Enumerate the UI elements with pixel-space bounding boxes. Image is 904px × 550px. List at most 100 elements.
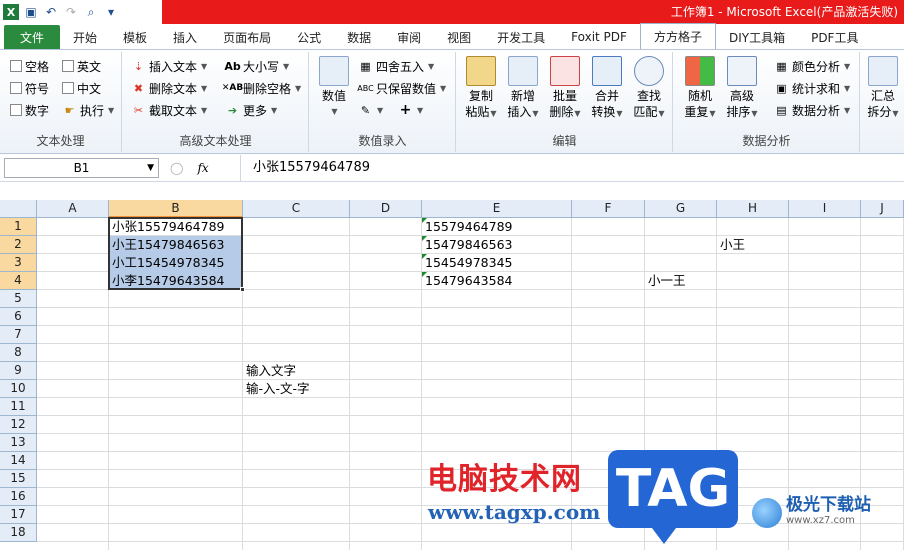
undo-icon[interactable]: ↶ — [43, 4, 59, 20]
match-label: 匹配 — [633, 105, 658, 119]
row-header-11[interactable]: 11 — [0, 398, 37, 416]
tab-fangfangezi[interactable]: 方方格子 — [639, 23, 716, 49]
tab-page-layout[interactable]: 页面布局 — [210, 25, 284, 49]
keep-values-button[interactable]: ABC 只保留数值 ▼ — [357, 78, 446, 98]
row-header-3[interactable]: 3 — [0, 254, 37, 272]
number-checkbox[interactable]: 数字 — [10, 100, 49, 120]
watermark-text: 电脑技术网 — [427, 462, 582, 497]
row-header-14[interactable]: 14 — [0, 452, 37, 470]
checkbox-icon — [10, 82, 22, 94]
color-analysis-button[interactable]: ▦ 颜色分析 ▼ — [774, 56, 850, 76]
summary-split-button[interactable]: 汇总 拆分▼ — [863, 56, 903, 122]
tab-file[interactable]: 文件 — [4, 25, 61, 49]
random-repeat-button[interactable]: 随机 重复▼ — [680, 56, 720, 122]
column-header-j[interactable]: J — [861, 200, 904, 218]
row-header-17[interactable]: 17 — [0, 506, 37, 524]
cell-b2[interactable]: 小王15479846563 — [109, 236, 242, 254]
cell-e4[interactable]: 15479643584 — [422, 272, 571, 290]
row-header-2[interactable]: 2 — [0, 236, 37, 254]
column-header-e[interactable]: E — [422, 200, 572, 218]
row-header-13[interactable]: 13 — [0, 434, 37, 452]
cell-c10[interactable]: 输-入-文-字 — [243, 380, 310, 398]
customize-qat-icon[interactable]: ▾ — [103, 4, 119, 20]
tab-insert[interactable]: 插入 — [160, 25, 210, 49]
numeric-label: 数值 — [321, 89, 346, 103]
cell-g4[interactable]: 小一王 — [645, 272, 686, 290]
redo-icon[interactable]: ↷ — [63, 4, 79, 20]
cell-e1[interactable]: 15579464789 — [422, 218, 571, 236]
plus-button[interactable]: + ▼ — [398, 100, 424, 120]
tab-review[interactable]: 审阅 — [384, 25, 434, 49]
tab-developer[interactable]: 开发工具 — [484, 25, 558, 49]
row-header-12[interactable]: 12 — [0, 416, 37, 434]
formula-input[interactable]: 小张15579464789 — [240, 155, 904, 182]
tab-pdf-tools[interactable]: PDF工具 — [798, 25, 871, 49]
row-header-1[interactable]: 1 — [0, 218, 37, 236]
numeric-button[interactable]: 数值 ▼ — [314, 56, 354, 120]
tab-foxit-pdf[interactable]: Foxit PDF — [558, 25, 640, 49]
execute-button[interactable]: ☛ 执行 ▼ — [62, 100, 115, 120]
chinese-checkbox[interactable]: 中文 — [62, 78, 101, 98]
row-header-10[interactable]: 10 — [0, 380, 37, 398]
case-button[interactable]: Ab 大小写 ▼ — [224, 56, 289, 76]
select-all-corner[interactable] — [0, 200, 37, 218]
row-header-16[interactable]: 16 — [0, 488, 37, 506]
cell-b4[interactable]: 小李15479643584 — [109, 272, 242, 290]
edit-dropdown-button[interactable]: ✎ ▼ — [358, 100, 383, 120]
tab-formulas[interactable]: 公式 — [284, 25, 334, 49]
round-button[interactable]: ▦ 四舍五入 ▼ — [358, 56, 434, 76]
save-icon[interactable]: ▣ — [23, 4, 39, 20]
tab-data[interactable]: 数据 — [334, 25, 384, 49]
merge-convert-button[interactable]: 合并 转换▼ — [587, 56, 627, 122]
cell-e3[interactable]: 15454978345 — [422, 254, 571, 272]
english-checkbox[interactable]: 英文 — [62, 56, 101, 76]
column-header-g[interactable]: G — [645, 200, 717, 218]
row-header-5[interactable]: 5 — [0, 290, 37, 308]
add-insert-button[interactable]: 新增 插入▼ — [503, 56, 543, 122]
binoculars-icon[interactable]: ⌕ — [83, 4, 99, 20]
case-label: 大小写 — [243, 59, 280, 74]
row-header-7[interactable]: 7 — [0, 326, 37, 344]
fill-handle[interactable] — [240, 287, 245, 292]
insert-text-button[interactable]: ⇣ 插入文本 ▼ — [131, 56, 207, 76]
case-icon: Ab — [224, 59, 241, 73]
cell-h2[interactable]: 小王 — [717, 236, 745, 254]
more-button[interactable]: ➔ 更多 ▼ — [225, 100, 277, 120]
stats-sum-button[interactable]: ▣ 统计求和 ▼ — [774, 78, 850, 98]
row-header-9[interactable]: 9 — [0, 362, 37, 380]
delete-text-button[interactable]: ✖ 删除文本 ▼ — [131, 78, 207, 98]
cell-b1[interactable]: 小张15579464789 — [109, 218, 242, 236]
column-header-f[interactable]: F — [572, 200, 645, 218]
find-match-button[interactable]: 查找 匹配▼ — [629, 56, 669, 122]
name-box[interactable]: B1 ▼ — [4, 158, 159, 178]
tab-diy-toolbox[interactable]: DIY工具箱 — [716, 25, 798, 49]
batch-delete-button[interactable]: 批量 删除▼ — [545, 56, 585, 122]
cell-c9[interactable]: 输入文字 — [243, 362, 296, 380]
tab-home[interactable]: 开始 — [60, 25, 110, 49]
row-header-4[interactable]: 4 — [0, 272, 37, 290]
chevron-down-icon[interactable]: ▼ — [147, 159, 154, 177]
sort-row: 排序▼ — [722, 104, 762, 122]
cell-b3[interactable]: 小工15454978345 — [109, 254, 242, 272]
column-header-i[interactable]: I — [789, 200, 861, 218]
tab-view[interactable]: 视图 — [434, 25, 484, 49]
row-header-8[interactable]: 8 — [0, 344, 37, 362]
column-header-c[interactable]: C — [243, 200, 350, 218]
row-header-18[interactable]: 18 — [0, 524, 37, 542]
column-header-b[interactable]: B — [109, 200, 243, 218]
insert-function-icon[interactable]: fx — [197, 161, 208, 175]
tab-template[interactable]: 模板 — [110, 25, 160, 49]
advanced-sort-button[interactable]: 高级 排序▼ — [722, 56, 762, 122]
space-checkbox[interactable]: 空格 — [10, 56, 49, 76]
data-analysis-button[interactable]: ▤ 数据分析 ▼ — [774, 100, 850, 120]
extract-text-button[interactable]: ✂ 截取文本 ▼ — [131, 100, 207, 120]
copy-paste-button[interactable]: 复制 粘贴▼ — [461, 56, 501, 122]
column-header-a[interactable]: A — [37, 200, 109, 218]
cell-e2[interactable]: 15479846563 — [422, 236, 571, 254]
column-header-d[interactable]: D — [350, 200, 422, 218]
row-header-6[interactable]: 6 — [0, 308, 37, 326]
symbol-checkbox[interactable]: 符号 — [10, 78, 49, 98]
delete-spaces-button[interactable]: ✕AB 删除空格 ▼ — [222, 78, 301, 98]
row-header-15[interactable]: 15 — [0, 470, 37, 488]
column-header-h[interactable]: H — [717, 200, 789, 218]
